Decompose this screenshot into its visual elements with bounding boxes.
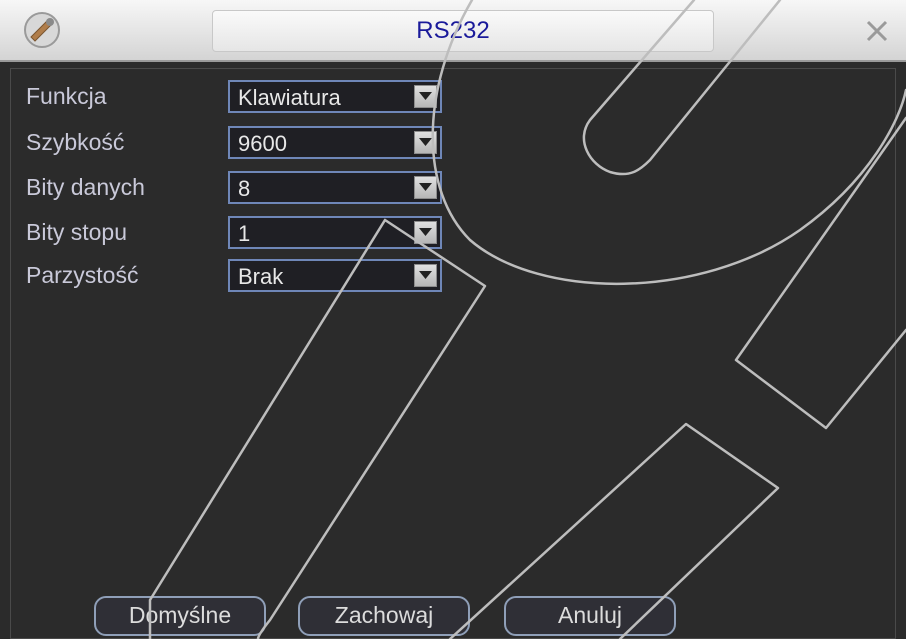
data-bits-value: 8 xyxy=(238,176,251,201)
chevron-down-icon[interactable] xyxy=(414,131,437,154)
baud-rate-label: Szybkość xyxy=(26,129,125,155)
data-bits-select[interactable]: 8 xyxy=(228,171,442,204)
cancel-button[interactable]: Anuluj xyxy=(504,596,676,636)
data-bits-label: Bity danych xyxy=(26,174,145,200)
chevron-down-icon[interactable] xyxy=(414,176,437,199)
window-title: RS232 xyxy=(416,17,490,44)
parity-select[interactable]: Brak xyxy=(228,259,442,292)
close-icon[interactable] xyxy=(862,16,892,46)
chevron-down-icon[interactable] xyxy=(414,221,437,244)
chevron-down-icon[interactable] xyxy=(414,264,437,287)
function-label: Funkcja xyxy=(26,83,107,109)
stop-bits-value: 1 xyxy=(238,221,251,246)
settings-panel xyxy=(10,68,896,639)
baud-rate-value: 9600 xyxy=(238,131,287,156)
stop-bits-select[interactable]: 1 xyxy=(228,216,442,249)
default-button[interactable]: Domyślne xyxy=(94,596,266,636)
parity-value: Brak xyxy=(238,264,284,289)
stop-bits-label: Bity stopu xyxy=(26,219,127,245)
function-value: Klawiatura xyxy=(238,85,341,110)
title-bar: RS232 xyxy=(0,0,906,62)
save-button[interactable]: Zachowaj xyxy=(298,596,470,636)
baud-rate-select[interactable]: 9600 xyxy=(228,126,442,159)
function-select[interactable]: Klawiatura xyxy=(228,80,442,113)
chevron-down-icon[interactable] xyxy=(414,85,437,108)
parity-label: Parzystość xyxy=(26,262,139,288)
